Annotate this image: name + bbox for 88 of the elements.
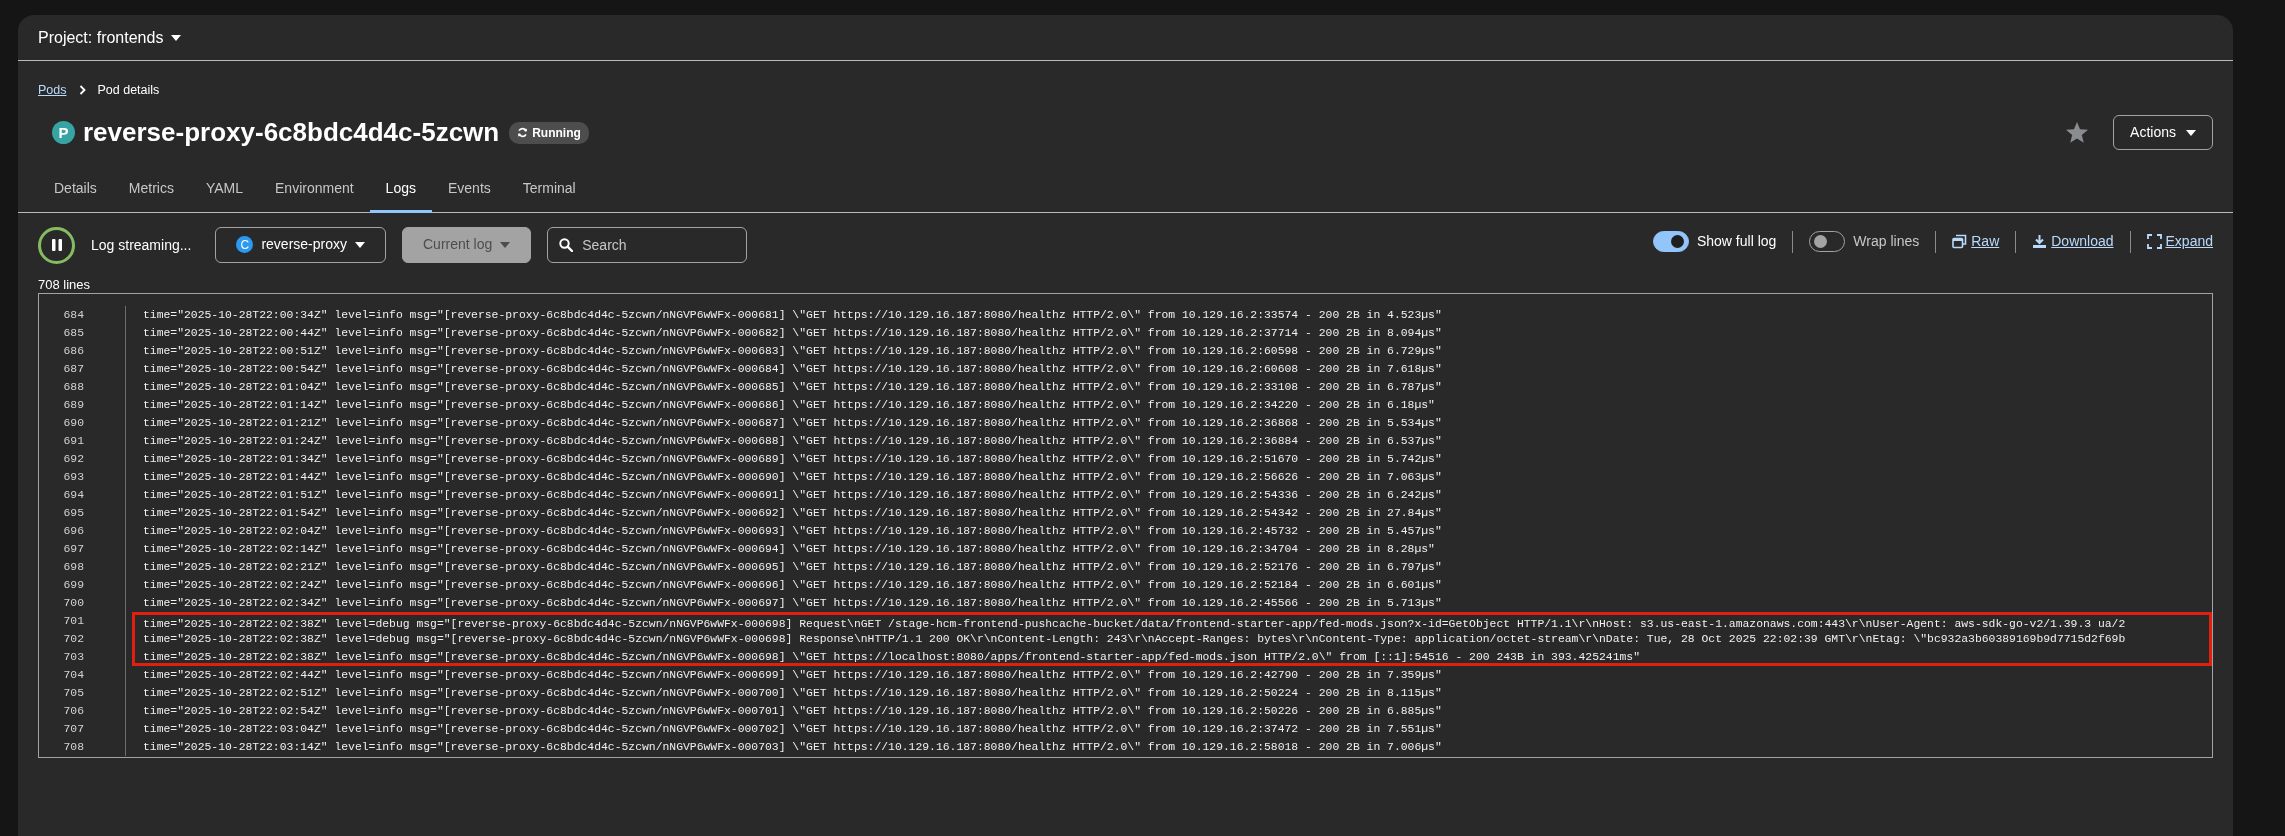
toggle-label: Wrap lines [1853,232,1920,252]
container-select[interactable]: C reverse-proxy [215,226,386,263]
log-line: time="2025-10-28T22:02:51Z" level=info msg="[reverse-proxy-6c8bdc4d4c-5zcwn/nNGVP6wWFx-000700] \"GET https://10.129.16.187:8080/healthz HTTP/2.0\" from 10.129.16.2:50224 - 200 2B in 8.115µs" [143,686,1442,699]
caret-icon [500,241,511,248]
line-number: 688 [39,377,126,396]
log-line: time="2025-10-28T22:02:38Z" level=debug msg="[reverse-proxy-6c8bdc4d4c-5zcwn/nNGVP6wWFx-000698] Request\nGET /stage-hcm-frontend-pushcache-bucket/data/frontend-starter-app/fed-mods.json?x-id=GetObject HTTP/1.1\r\nHost: s3.us-east-1.amazonaws.com:443\r\nUser-Agent: aws-sdk-go-v2/1.39.3 ua/2 [143,617,2126,630]
caret-icon [2186,129,2196,136]
pause-icon [49,238,64,253]
line-number: 704 [39,665,126,684]
download-icon [2032,234,2048,250]
log-line: time="2025-10-28T22:02:24Z" level=info msg="[reverse-proxy-6c8bdc4d4c-5zcwn/nNGVP6wWFx-000696] \"GET https://10.129.16.187:8080/healthz HTTP/2.0\" from 10.129.16.2:52184 - 200 2B in 6.601µs" [143,578,1442,591]
line-count: 708 lines [37,275,92,293]
streaming-label: Log streaming... [91,235,192,255]
line-number: 700 [39,593,126,612]
log-line: time="2025-10-28T22:02:14Z" level=info msg="[reverse-proxy-6c8bdc4d4c-5zcwn/nNGVP6wWFx-000694] \"GET https://10.129.16.187:8080/healthz HTTP/2.0\" from 10.129.16.2:34704 - 200 2B in 8.28µs" [143,542,1435,555]
log-line: time="2025-10-28T22:03:14Z" level=info msg="[reverse-proxy-6c8bdc4d4c-5zcwn/nNGVP6wWFx-000703] \"GET https://10.129.16.187:8080/healthz HTTP/2.0\" from 10.129.16.2:58018 - 200 2B in 7.006µs" [143,740,1442,753]
log-line: time="2025-10-28T22:00:54Z" level=info msg="[reverse-proxy-6c8bdc4d4c-5zcwn/nNGVP6wWFx-000684] \"GET https://10.129.16.187:8080/healthz HTTP/2.0\" from 10.129.16.2:60608 - 200 2B in 7.618µs" [143,362,1442,375]
log-line: time="2025-10-28T22:02:21Z" level=info msg="[reverse-proxy-6c8bdc4d4c-5zcwn/nNGVP6wWFx-000695] \"GET https://10.129.16.187:8080/healthz HTTP/2.0\" from 10.129.16.2:52176 - 200 2B in 6.797µs" [143,560,1442,573]
log-line: time="2025-10-28T22:02:38Z" level=info msg="[reverse-proxy-6c8bdc4d4c-5zcwn/nNGVP6wWFx-000698] \"GET https://localhost:8080/apps/frontend-starter-app/fed-mods.json HTTP/2.0\" from [::1]:54516 - 200 243B in 393.425241ms" [143,650,1640,663]
line-number: 699 [39,575,126,594]
search-field[interactable]: Search [547,226,748,263]
line-number: 690 [39,413,126,432]
expand-icon [2146,234,2162,250]
chevron-icon [78,85,86,96]
star-icon[interactable] [2065,121,2090,145]
log-line: time="2025-10-28T22:02:38Z" level=debug msg="[reverse-proxy-6c8bdc4d4c-5zcwn/nNGVP6wWFx-000698] Response\nHTTP/1.1 200 OK\r\nContent-Length: 243\r\nAccept-Ranges: bytes\r\nContent-Type: application/octet-stream\r\nDate: Tue, 28 Oct 2025 22:02:39 GMT\r\nEtag: \"bc932a3b60389169b9d7715d2f69b [143,632,2126,645]
log-line: time="2025-10-28T22:02:44Z" level=info msg="[reverse-proxy-6c8bdc4d4c-5zcwn/nNGVP6wWFx-000699] \"GET https://10.129.16.187:8080/healthz HTTP/2.0\" from 10.129.16.2:42790 - 200 2B in 7.359µs" [143,668,1442,681]
log-line: time="2025-10-28T22:02:04Z" level=info msg="[reverse-proxy-6c8bdc4d4c-5zcwn/nNGVP6wWFx-000693] \"GET https://10.129.16.187:8080/healthz HTTP/2.0\" from 10.129.16.2:45732 - 200 2B in 5.457µs" [143,524,1442,537]
container-badge: C [236,236,254,254]
line-number: 708 [39,737,126,756]
caret-icon [355,241,365,248]
line-number: 687 [39,359,126,378]
line-number: 696 [39,521,126,540]
log-line: time="2025-10-28T22:01:14Z" level=info msg="[reverse-proxy-6c8bdc4d4c-5zcwn/nNGVP6wWFx-000686] \"GET https://10.129.16.187:8080/healthz HTTP/2.0\" from 10.129.16.2:34220 - 200 2B in 6.18µs" [143,398,1435,411]
log-line: time="2025-10-28T22:00:34Z" level=info msg="[reverse-proxy-6c8bdc4d4c-5zcwn/nNGVP6wWFx-000681] \"GET https://10.129.16.187:8080/healthz HTTP/2.0\" from 10.129.16.2:33574 - 200 2B in 4.523µs" [143,308,1442,321]
line-number: 684 [39,305,126,324]
line-number: 705 [39,683,126,702]
log-line: time="2025-10-28T22:01:44Z" level=info msg="[reverse-proxy-6c8bdc4d4c-5zcwn/nNGVP6wWFx-000690] \"GET https://10.129.16.187:8080/healthz HTTP/2.0\" from 10.129.16.2:56626 - 200 2B in 7.063µs" [143,470,1442,483]
line-number: 701 [39,611,126,630]
tab[interactable]: Details [38,167,113,213]
log-line: time="2025-10-28T22:01:51Z" level=info msg="[reverse-proxy-6c8bdc4d4c-5zcwn/nNGVP6wWFx-000691] \"GET https://10.129.16.187:8080/healthz HTTP/2.0\" from 10.129.16.2:54336 - 200 2B in 6.242µs" [143,488,1442,501]
line-number: 689 [39,395,126,414]
line-number: 707 [39,719,126,738]
log-line: time="2025-10-28T22:01:04Z" level=info msg="[reverse-proxy-6c8bdc4d4c-5zcwn/nNGVP6wWFx-000685] \"GET https://10.129.16.187:8080/healthz HTTP/2.0\" from 10.129.16.2:33108 - 200 2B in 6.787µs" [143,380,1442,393]
log-line: time="2025-10-28T22:00:51Z" level=info msg="[reverse-proxy-6c8bdc4d4c-5zcwn/nNGVP6wWFx-000683] \"GET https://10.129.16.187:8080/healthz HTTP/2.0\" from 10.129.16.2:60598 - 200 2B in 6.729µs" [143,344,1442,357]
line-number: 685 [39,323,126,342]
line-number: 686 [39,341,126,360]
line-number: 697 [39,539,126,558]
log-line: time="2025-10-28T22:03:04Z" level=info msg="[reverse-proxy-6c8bdc4d4c-5zcwn/nNGVP6wWFx-000702] \"GET https://10.129.16.187:8080/healthz HTTP/2.0\" from 10.129.16.2:37472 - 200 2B in 7.551µs" [143,722,1442,735]
tab[interactable]: YAML [189,167,259,213]
project-selector[interactable]: Project: frontends [38,25,182,50]
log-line: time="2025-10-28T22:01:34Z" level=info msg="[reverse-proxy-6c8bdc4d4c-5zcwn/nNGVP6wWFx-000689] \"GET https://10.129.16.187:8080/healthz HTTP/2.0\" from 10.129.16.2:51670 - 200 2B in 5.742µs" [143,452,1442,465]
raw-icon [1952,234,1968,250]
toggle-label: Show full log [1696,232,1777,252]
breadcrumb-current: Pod details [97,82,160,99]
log-line: time="2025-10-28T22:02:34Z" level=info msg="[reverse-proxy-6c8bdc4d4c-5zcwn/nNGVP6wWFx-000697] \"GET https://10.129.16.187:8080/healthz HTTP/2.0\" from 10.129.16.2:45566 - 200 2B in 5.713µs" [143,596,1442,609]
tab[interactable]: Events [431,167,507,213]
log-line: time="2025-10-28T22:02:54Z" level=info msg="[reverse-proxy-6c8bdc4d4c-5zcwn/nNGVP6wWFx-000701] \"GET https://10.129.16.187:8080/healthz HTTP/2.0\" from 10.129.16.2:50226 - 200 2B in 6.885µs" [143,704,1442,717]
log-line: time="2025-10-28T22:01:24Z" level=info msg="[reverse-proxy-6c8bdc4d4c-5zcwn/nNGVP6wWFx-000688] \"GET https://10.129.16.187:8080/healthz HTTP/2.0\" from 10.129.16.2:36884 - 200 2B in 6.537µs" [143,434,1442,447]
search-icon [559,237,574,252]
toolbar-link[interactable]: Download [2032,231,2114,253]
tab[interactable]: Terminal [506,167,592,213]
line-number: 698 [39,557,126,576]
line-number: 706 [39,701,126,720]
caret-icon [171,34,182,41]
tab[interactable]: Metrics [112,167,190,213]
line-number: 695 [39,503,126,522]
line-number: 694 [39,485,126,504]
line-number: 693 [39,467,126,486]
actions-button[interactable]: Actions [2113,115,2213,151]
pod-badge: P [52,121,75,145]
toggle-switch[interactable] [1652,231,1689,253]
line-number: 702 [39,629,126,648]
pause-button[interactable] [38,226,75,264]
sync-icon [517,127,529,139]
toolbar-link[interactable]: Raw [1952,231,2000,253]
line-number: 691 [39,431,126,450]
line-number: 703 [39,647,126,666]
log-line: time="2025-10-28T22:01:21Z" level=info msg="[reverse-proxy-6c8bdc4d4c-5zcwn/nNGVP6wWFx-000687] \"GET https://10.129.16.187:8080/healthz HTTP/2.0\" from 10.129.16.2:36868 - 200 2B in 5.534µs" [143,416,1442,429]
status-label: Running [509,121,589,144]
breadcrumb-link[interactable]: Pods [38,81,67,100]
line-number: 692 [39,449,126,468]
tab[interactable]: Logs [369,167,432,213]
log-line: time="2025-10-28T22:01:54Z" level=info msg="[reverse-proxy-6c8bdc4d4c-5zcwn/nNGVP6wWFx-000692] \"GET https://10.129.16.187:8080/healthz HTTP/2.0\" from 10.129.16.2:54342 - 200 2B in 27.84µs" [143,506,1442,519]
tab[interactable]: Environment [259,167,370,213]
log-line: time="2025-10-28T22:00:44Z" level=info msg="[reverse-proxy-6c8bdc4d4c-5zcwn/nNGVP6wWFx-000682] \"GET https://10.129.16.187:8080/healthz HTTP/2.0\" from 10.129.16.2:37714 - 200 2B in 8.094µs" [143,326,1442,339]
toolbar-link[interactable]: Expand [2146,231,2213,253]
pod-name: reverse-proxy-6c8bdc4d4c-5zcwn [83,117,500,149]
